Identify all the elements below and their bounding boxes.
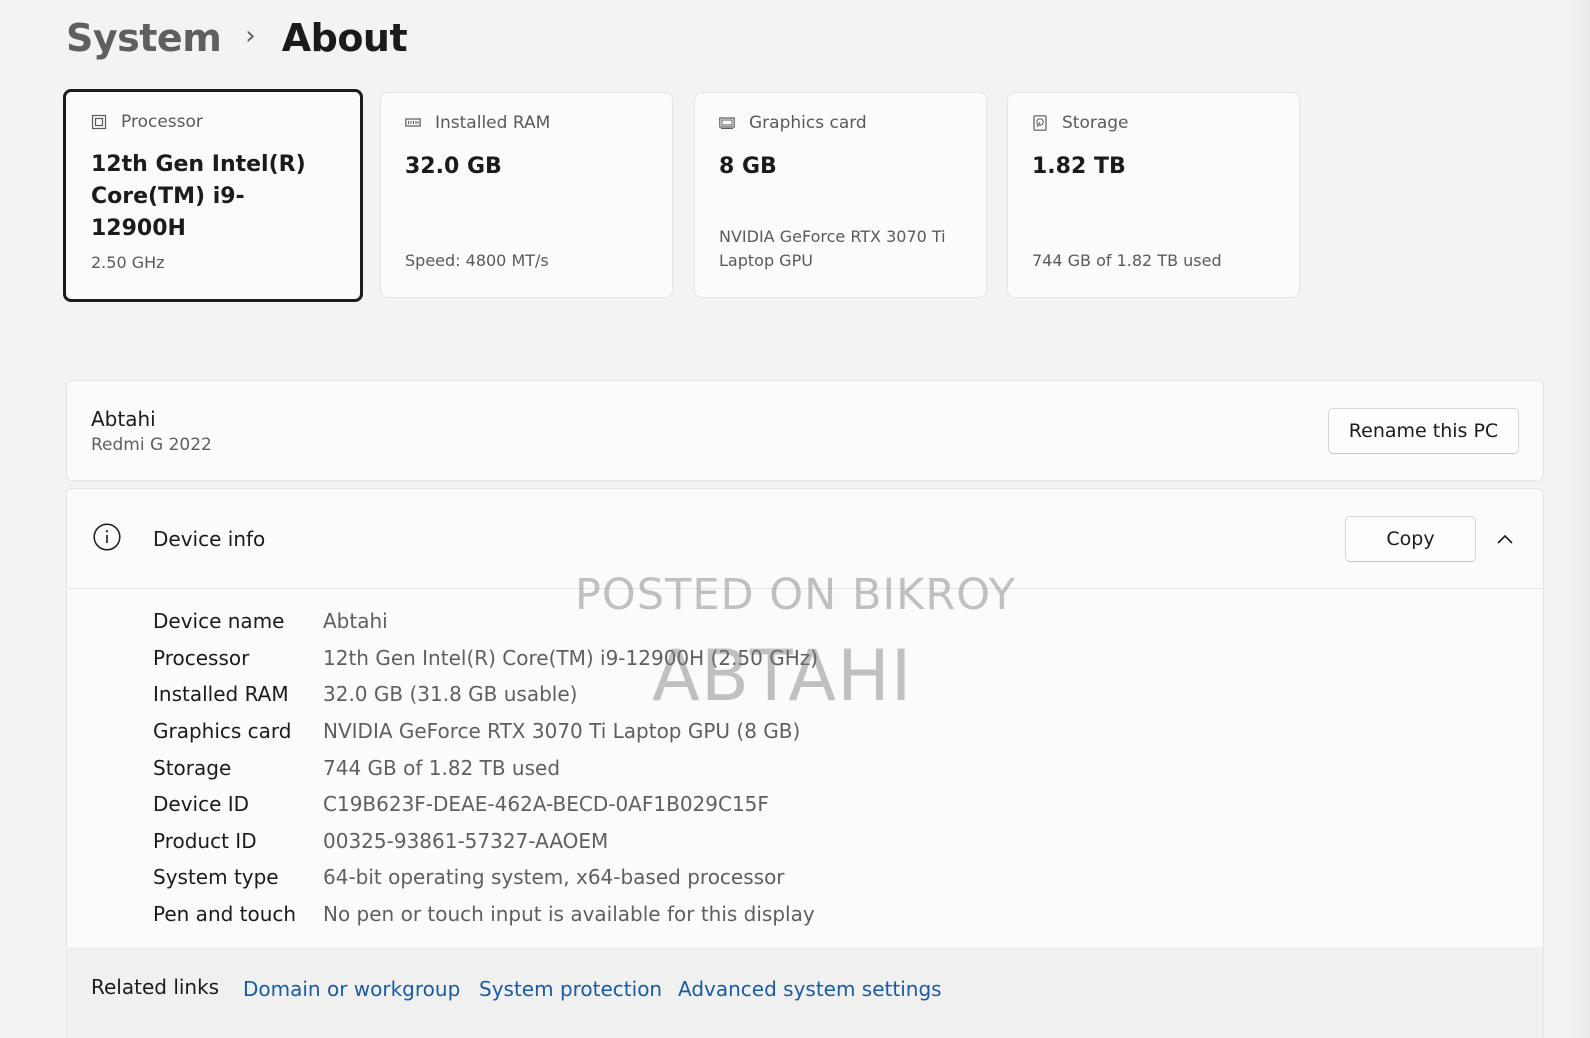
spec-value: NVIDIA GeForce RTX 3070 Ti Laptop GPU (8… (323, 719, 801, 744)
card-label: Graphics card (749, 113, 867, 133)
spec-row-graphics-card: Graphics card NVIDIA GeForce RTX 3070 Ti… (153, 713, 818, 750)
window-edge-shade (1568, 0, 1590, 1038)
page-title: About (281, 16, 408, 60)
spec-value: 64-bit operating system, x64-based proce… (323, 865, 785, 890)
spec-card-graphics[interactable]: Graphics card 8 GB NVIDIA GeForce RTX 30… (694, 92, 987, 298)
card-label: Installed RAM (435, 113, 551, 133)
spec-label: Installed RAM (153, 682, 289, 707)
pc-name: Abtahi (91, 407, 156, 431)
card-detail: 744 GB of 1.82 TB used (1032, 251, 1222, 270)
rename-pc-button[interactable]: Rename this PC (1328, 408, 1519, 454)
spec-label: Storage (153, 755, 232, 780)
device-spec-table: Device name Abtahi Processor 12th Gen In… (153, 603, 818, 932)
card-detail: Speed: 4800 MT/s (405, 251, 549, 270)
card-value: 8 GB (719, 154, 777, 179)
spec-row-processor: Processor 12th Gen Intel(R) Core(TM) i9-… (153, 640, 818, 677)
spec-value: C19B623F-DEAE-462A-BECD-0AF1B029C15F (323, 792, 769, 817)
spec-row-device-name: Device name Abtahi (153, 603, 818, 640)
graphics-card-icon (719, 117, 735, 129)
spec-row-pen-touch: Pen and touch No pen or touch input is a… (153, 896, 818, 933)
breadcrumb-system-link[interactable]: System (66, 16, 222, 60)
spec-card-processor[interactable]: Processor 12th Gen Intel(R) Core(TM) i9-… (63, 89, 363, 302)
related-links-bar: Related links Domain or workgroup System… (66, 947, 1544, 1038)
card-header: Storage (1032, 113, 1129, 133)
processor-icon (91, 114, 107, 130)
spec-value: 32.0 GB (31.8 GB usable) (323, 682, 578, 707)
spec-label: Processor (153, 645, 250, 670)
card-value: 32.0 GB (405, 154, 502, 179)
device-info-title: Device info (153, 527, 266, 551)
card-value: 1.82 TB (1032, 154, 1126, 179)
card-header: Installed RAM (405, 113, 550, 133)
spec-value: 744 GB of 1.82 TB used (323, 755, 561, 780)
spec-card-storage[interactable]: Storage 1.82 TB 744 GB of 1.82 TB used (1007, 92, 1300, 298)
storage-icon (1033, 115, 1047, 131)
spec-label: Graphics card (153, 719, 292, 744)
pc-model: Redmi G 2022 (91, 435, 212, 455)
spec-row-product-id: Product ID 00325-93861-57327-AAOEM (153, 823, 818, 860)
spec-value: 12th Gen Intel(R) Core(TM) i9-12900H (2.… (323, 645, 819, 670)
chevron-right-icon: › (245, 21, 256, 51)
device-info-header[interactable]: Device info Copy (67, 489, 1543, 589)
spec-label: System type (153, 865, 279, 890)
spec-label: Pen and touch (153, 902, 297, 927)
pc-name-panel: Abtahi Redmi G 2022 Rename this PC (66, 380, 1544, 481)
spec-value: 00325-93861-57327-AAOEM (323, 828, 609, 853)
spec-card-ram[interactable]: Installed RAM 32.0 GB Speed: 4800 MT/s (380, 92, 673, 298)
advanced-system-settings-link[interactable]: Advanced system settings (678, 977, 942, 1001)
spec-value: No pen or touch input is available for t… (323, 902, 815, 927)
card-header: Graphics card (719, 113, 867, 133)
card-label: Storage (1062, 113, 1129, 133)
spec-row-system-type: System type 64-bit operating system, x64… (153, 859, 818, 896)
spec-row-storage: Storage 744 GB of 1.82 TB used (153, 749, 818, 786)
chevron-up-icon[interactable] (1493, 527, 1517, 551)
device-info-panel: Device info Copy Device name Abtahi Proc… (66, 488, 1544, 947)
card-header: Processor (91, 112, 203, 132)
card-detail: 2.50 GHz (91, 253, 165, 272)
spec-row-installed-ram: Installed RAM 32.0 GB (31.8 GB usable) (153, 676, 818, 713)
breadcrumb: System › About (66, 10, 408, 66)
related-links-label: Related links (91, 975, 220, 999)
ram-icon (405, 118, 421, 127)
info-icon (93, 523, 121, 551)
spec-row-device-id: Device ID C19B623F-DEAE-462A-BECD-0AF1B0… (153, 786, 818, 823)
spec-label: Product ID (153, 828, 257, 853)
spec-value: Abtahi (323, 609, 388, 634)
spec-label: Device name (153, 609, 285, 634)
spec-label: Device ID (153, 792, 250, 817)
card-label: Processor (121, 112, 203, 132)
card-value: 12th Gen Intel(R) Core(TM) i9-12900H (91, 152, 306, 241)
system-protection-link[interactable]: System protection (479, 977, 662, 1001)
card-detail: NVIDIA GeForce RTX 3070 Ti Laptop GPU (719, 227, 946, 270)
domain-workgroup-link[interactable]: Domain or workgroup (243, 977, 460, 1001)
copy-button[interactable]: Copy (1345, 516, 1476, 562)
